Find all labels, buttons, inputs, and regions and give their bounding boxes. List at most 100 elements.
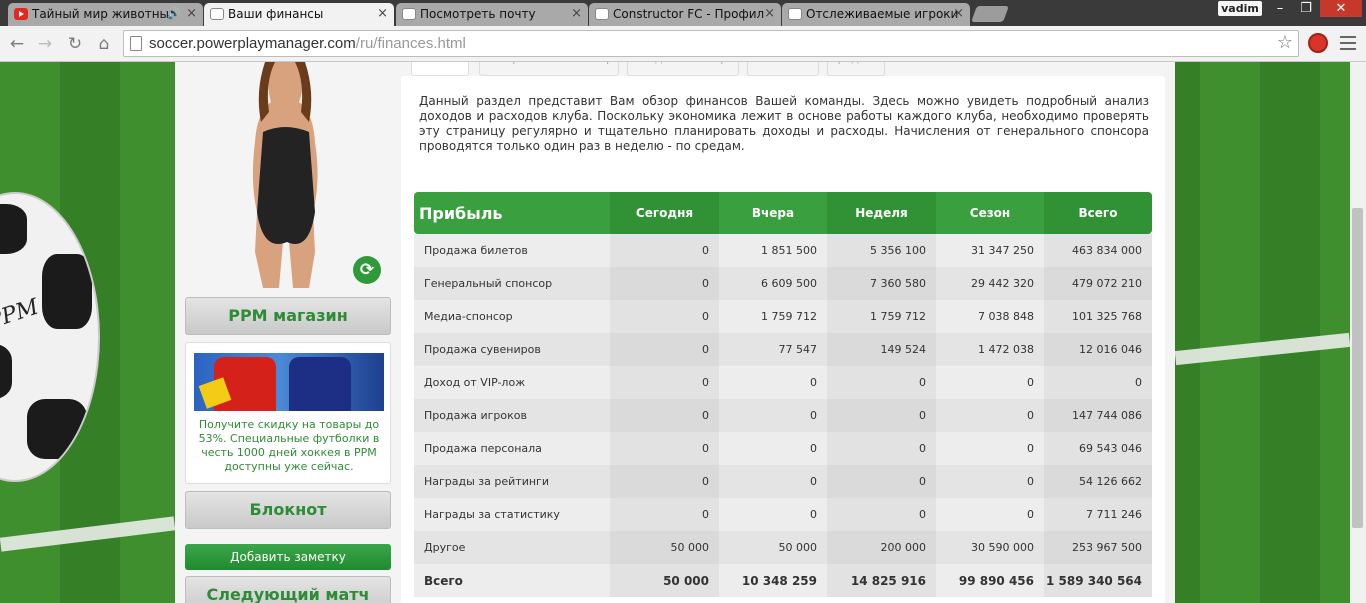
minimize-icon[interactable]: – [1268,0,1292,17]
tab-finances[interactable]: Финансы [411,62,469,76]
close-icon[interactable]: × [571,3,582,25]
refresh-icon[interactable]: ⟳ [353,256,381,284]
row-label: Продажа сувениров [414,333,610,366]
row-value: 99 890 456 [936,564,1044,597]
col-header: Сезон [936,192,1044,234]
shop-header[interactable]: PPM магазин [185,297,391,335]
tab-title: Constructor FC - Профил [613,7,765,21]
tab-title: Тайный мир животны [32,7,170,21]
add-note-button[interactable]: Добавить заметку [185,544,391,570]
row-value: 5 356 100 [827,234,936,267]
ppm-icon [788,8,802,20]
sidebar: ⟳ PPM магазин Получите скидку на товары … [185,62,391,603]
row-value: 0 [610,333,719,366]
table-row: Продажа сувениров 0 77 547 149 524 1 472 038… [414,333,1152,366]
row-value: 0 [827,465,936,498]
row-label: Продажа игроков [414,399,610,432]
table-row: Продажа игроков 0 0 0 0 147 744 086 [414,399,1152,432]
url-text[interactable]: soccer.powerplaymanager.com/ru/finances.… [149,31,466,56]
row-value: 0 [936,498,1044,531]
row-value: 0 [610,399,719,432]
window-close-icon[interactable]: ✕ [1320,0,1362,17]
browser-tab[interactable]: Constructor FC - Профил × [589,3,781,26]
row-value: 50 000 [719,531,827,564]
row-value: 253 967 500 [1044,531,1152,564]
shop-promo-image[interactable] [194,353,384,411]
row-value: 54 126 662 [1044,465,1152,498]
row-value: 0 [936,399,1044,432]
finance-table: Прибыль Сегодня Вчера Неделя Сезон Всего… [414,192,1152,597]
scrollbar-thumb[interactable] [1352,208,1363,528]
row-value: 29 442 320 [936,267,1044,300]
row-value: 0 [610,366,719,399]
close-icon[interactable]: × [186,3,197,25]
tab-sales[interactable]: Продажи [827,62,885,76]
tab-title: Ваши финансы [228,7,324,21]
row-value: 149 524 [827,333,936,366]
browser-tab-active[interactable]: Ваши финансы × [204,3,394,26]
row-label: Доход от VIP-лож [414,366,610,399]
col-header: Сегодня [610,192,719,234]
row-value: 7 711 246 [1044,498,1152,531]
tab-title: Посмотреть почту [420,7,536,21]
row-value: 0 [827,498,936,531]
address-bar[interactable]: soccer.powerplaymanager.com/ru/finances.… [123,30,1299,57]
browser-tab[interactable]: Тайный мир животны 🔊 × [8,3,203,26]
row-value: 0 [1044,366,1152,399]
row-label: Награды за статистику [414,498,610,531]
home-icon[interactable]: ⌂ [93,33,115,55]
tab-general-sponsor[interactable]: Генеральный спонсор [479,62,619,76]
col-header: Всего [1044,192,1152,234]
reload-icon[interactable]: ↻ [64,33,86,55]
col-header: Вчера [719,192,827,234]
table-row: Доход от VIP-лож 0 0 0 0 0 [414,366,1152,399]
row-label: Продажа персонала [414,432,610,465]
row-label: Награды за рейтинги [414,465,610,498]
menu-icon[interactable] [1340,36,1356,50]
row-value: 77 547 [719,333,827,366]
row-value: 0 [610,498,719,531]
row-value: 12 016 046 [1044,333,1152,366]
row-value: 200 000 [827,531,936,564]
scrollbar[interactable] [1350,62,1366,603]
row-value: 6 609 500 [719,267,827,300]
row-value: 101 325 768 [1044,300,1152,333]
row-value: 7 360 580 [827,267,936,300]
user-badge[interactable]: vadim [1218,1,1262,16]
table-row: Награды за статистику 0 0 0 0 7 711 246 [414,498,1152,531]
forward-icon[interactable]: → [34,33,56,55]
row-value: 1 759 712 [827,300,936,333]
row-label: Генеральный спонсор [414,267,610,300]
youtube-icon [14,8,28,20]
row-value: 1 851 500 [719,234,827,267]
new-tab-button[interactable] [971,6,1009,22]
speaker-icon[interactable]: 🔊 [167,3,181,25]
row-value: 479 072 210 [1044,267,1152,300]
table-row: Медиа-спонсор 0 1 759 712 1 759 712 7 038 84… [414,300,1152,333]
bookmark-star-icon[interactable]: ☆ [1277,32,1293,53]
page-icon [130,36,142,51]
row-value: 0 [719,366,827,399]
extension-icon[interactable] [1308,33,1328,53]
tab-media-sponsor[interactable]: Медиа-спонсор [627,62,739,76]
total-row: Всего 50 000 10 348 259 14 825 916 99 890 45… [414,564,1152,597]
browser-tab[interactable]: Посмотреть почту × [396,3,588,26]
row-value: 0 [827,399,936,432]
close-icon[interactable]: × [377,3,388,25]
back-icon[interactable]: ← [6,33,28,55]
tab-vip[interactable]: VIP-ложи [747,62,819,76]
row-value: 0 [827,432,936,465]
row-value: 0 [936,465,1044,498]
browser-tab[interactable]: Отслеживаемые игроки × [782,3,970,26]
browser-tab-strip: Тайный мир животны 🔊 × Ваши финансы × По… [0,0,1366,26]
next-match-header[interactable]: Следующий матч [185,576,391,603]
notebook-header[interactable]: Блокнот [185,491,391,529]
shop-promo[interactable]: Получите скидку на товары до 53%. Специа… [185,342,391,484]
field-line [0,516,176,552]
close-icon[interactable]: × [953,3,964,25]
row-value: 463 834 000 [1044,234,1152,267]
close-icon[interactable]: × [764,3,775,25]
shop-promo-text[interactable]: Получите скидку на товары до 53%. Специа… [194,418,384,474]
restore-icon[interactable]: ❐ [1294,0,1318,17]
row-value: 1 589 340 564 [1044,564,1152,597]
